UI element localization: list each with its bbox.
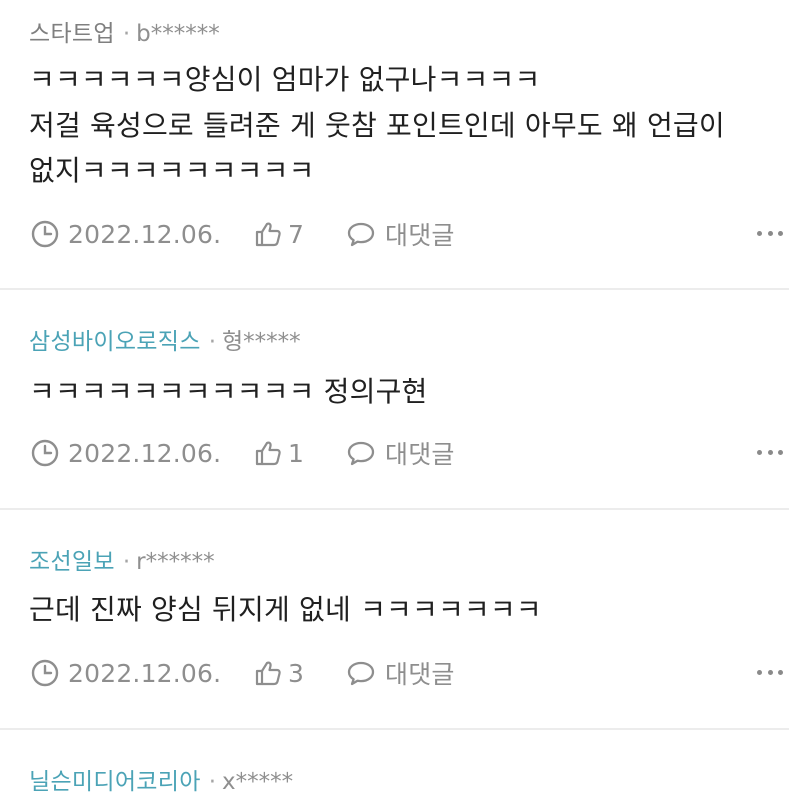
like-count: 7 — [288, 219, 305, 249]
comment-date: 2022.12.06. — [31, 433, 221, 473]
comment-text-line: ㅋㅋㅋㅋㅋㅋㅋㅋㅋㅋㅋ 정의구현 — [29, 375, 428, 408]
comment-actions: 2022.12.06. 7 대댓글 — [0, 214, 789, 254]
like-count: 3 — [288, 658, 305, 688]
comment-date: 2022.12.06. — [31, 653, 221, 693]
comment-text-line: 저걸 육성으로 들려준 게 웃참 포인트인데 아무도 왜 언급이 — [29, 109, 725, 142]
like-count: 1 — [288, 438, 305, 468]
meta-separator: · — [122, 21, 131, 47]
comment-username: x***** — [222, 769, 294, 795]
date-text: 2022.12.06. — [68, 658, 222, 688]
more-dots-icon[interactable] — [757, 228, 783, 238]
like-button[interactable]: 3 — [254, 653, 304, 693]
comment-group-name[interactable]: 조선일보 — [29, 549, 115, 575]
comment-group-name[interactable]: 닐슨미디어코리아 — [29, 769, 201, 795]
clock-icon — [31, 659, 59, 687]
comment-meta: 조선일보 · r****** — [29, 548, 215, 576]
meta-separator: · — [208, 769, 216, 795]
comment-item: 스타트업 · b****** ㅋㅋㅋㅋㅋㅋ양심이 엄마가 없구나ㅋㅋㅋㅋ 저걸 육성… — [0, 0, 789, 288]
comment-meta: 삼성바이오로직스 · 형***** — [29, 328, 301, 356]
comment-item: 조선일보 · r****** 근데 진짜 양심 뒤지게 없네 ㅋㅋㅋㅋㅋㅋㅋ 202… — [0, 510, 789, 730]
thumbs-up-icon — [255, 661, 281, 686]
comment-group-name[interactable]: 삼성바이오로직스 — [29, 329, 201, 355]
reply-label: 대댓글 — [385, 221, 455, 250]
comment-text-line: ㅋㅋㅋㅋㅋㅋ양심이 엄마가 없구나ㅋㅋㅋㅋ — [29, 63, 541, 96]
speech-bubble-icon — [347, 661, 375, 686]
more-dots-icon[interactable] — [757, 447, 783, 457]
reply-button[interactable]: 대댓글 — [346, 653, 455, 693]
thumbs-up-icon — [255, 441, 281, 466]
reply-label: 대댓글 — [385, 660, 455, 689]
comment-text-line: 근데 진짜 양심 뒤지게 없네 ㅋㅋㅋㅋㅋㅋㅋ — [29, 593, 542, 626]
more-dots-icon[interactable] — [757, 667, 783, 677]
comment-actions: 2022.12.06. 1 대댓글 — [0, 433, 789, 473]
clock-icon — [31, 220, 59, 248]
comment-item: 삼성바이오로직스 · 형***** ㅋㅋㅋㅋㅋㅋㅋㅋㅋㅋㅋ 정의구현 2022.12… — [0, 290, 789, 510]
comment-feed: 스타트업 · b****** ㅋㅋㅋㅋㅋㅋ양심이 엄마가 없구나ㅋㅋㅋㅋ 저걸 육성… — [0, 0, 789, 800]
comment-meta: 스타트업 · b****** — [29, 20, 220, 48]
comment-username: r****** — [136, 549, 215, 575]
date-text: 2022.12.06. — [68, 219, 222, 249]
comment-username: b****** — [136, 21, 220, 47]
comment-date: 2022.12.06. — [31, 214, 221, 254]
speech-bubble-icon — [347, 222, 375, 247]
comment-item: 닐슨미디어코리아 · x***** — [0, 730, 789, 800]
reply-label: 대댓글 — [385, 440, 455, 469]
clock-icon — [31, 439, 59, 467]
comment-username: 형***** — [222, 329, 301, 355]
comment-group-name[interactable]: 스타트업 — [29, 21, 115, 47]
meta-separator: · — [122, 549, 131, 575]
comment-actions: 2022.12.06. 3 대댓글 — [0, 653, 789, 693]
like-button[interactable]: 7 — [254, 214, 304, 254]
date-text: 2022.12.06. — [68, 438, 222, 468]
thumbs-up-icon — [255, 222, 281, 247]
like-button[interactable]: 1 — [254, 433, 304, 473]
speech-bubble-icon — [347, 441, 375, 466]
meta-separator: · — [208, 329, 216, 355]
reply-button[interactable]: 대댓글 — [346, 214, 455, 254]
comment-meta: 닐슨미디어코리아 · x***** — [29, 768, 293, 796]
comment-text-line: 없지ㅋㅋㅋㅋㅋㅋㅋㅋㅋ — [29, 154, 315, 187]
reply-button[interactable]: 대댓글 — [346, 433, 455, 473]
